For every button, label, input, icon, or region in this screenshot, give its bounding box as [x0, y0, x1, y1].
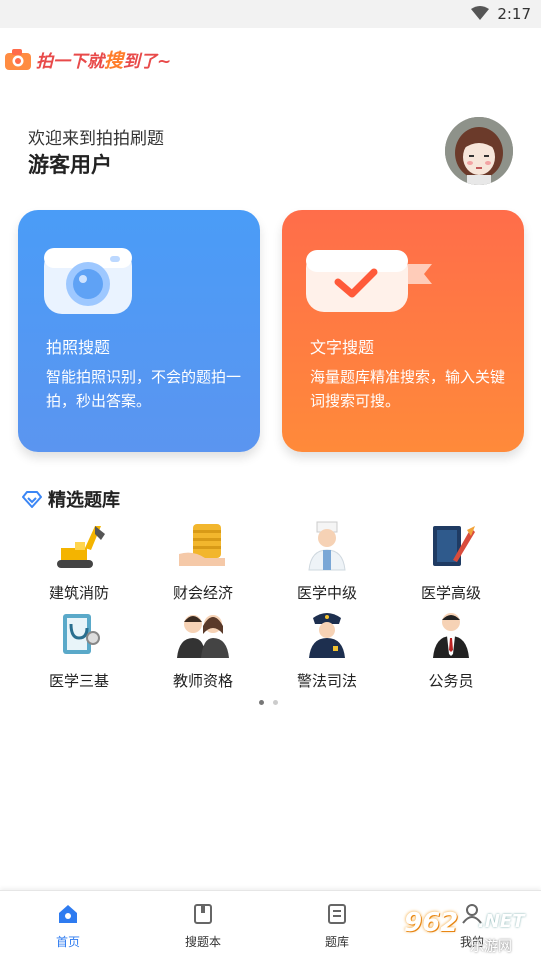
avatar[interactable] [445, 117, 513, 185]
diamond-icon [22, 491, 42, 508]
photo-search-title: 拍照搜题 [46, 338, 111, 357]
category-medical-senior[interactable]: 医学高级 [396, 520, 506, 603]
username: 游客用户 [28, 153, 112, 177]
category-label: 教师资格 [172, 672, 233, 690]
tab-question-bank[interactable]: 题库 [297, 903, 377, 950]
category-label: 医学中级 [296, 584, 357, 602]
category-civil-servant[interactable]: 公务员 [396, 608, 506, 691]
message-check-illustration-icon [306, 250, 432, 312]
notebook-icon [194, 904, 212, 924]
section-header: 精选题库 [22, 486, 120, 512]
category-label: 医学三基 [48, 672, 109, 690]
home-icon [59, 905, 77, 923]
slogan-highlight: 搜 [104, 49, 124, 72]
category-label: 医学高级 [420, 584, 481, 602]
watermark-sub: 乐游网 [470, 939, 512, 955]
status-time: 2:17 [497, 5, 531, 23]
text-search-desc: 海量题库精准搜索，输入关键词搜索可搜。 [310, 368, 506, 410]
wifi-icon [471, 6, 489, 20]
photo-search-desc: 智能拍照识别，不会的题拍一拍，秒出答案。 [46, 368, 242, 410]
section-title: 精选题库 [48, 490, 120, 511]
category-label: 警法司法 [296, 672, 357, 690]
tab-notebook-label: 搜题本 [184, 935, 221, 949]
coins-icon [179, 524, 225, 566]
category-accounting-economics[interactable]: 财会经济 [148, 520, 258, 603]
site-watermark: 962 .NET 乐游网 [400, 908, 536, 956]
brand-slogan: 拍一下就搜到了~ [36, 46, 171, 73]
text-search-card[interactable]: 文字搜题 海量题库精准搜索，输入关键词搜索可搜。 [282, 210, 524, 452]
category-label: 财会经济 [172, 584, 233, 602]
civil-servant-icon [433, 613, 469, 658]
brand-banner: 拍一下就搜到了~ [4, 42, 171, 76]
watermark-number: 962 [404, 908, 459, 938]
photo-search-card[interactable]: 拍照搜题 智能拍照识别，不会的题拍一拍，秒出答案。 [18, 210, 260, 452]
category-medical-basic[interactable]: 医学三基 [24, 608, 134, 691]
tab-question-notebook[interactable]: 搜题本 [163, 903, 243, 950]
pager-dots [259, 700, 287, 705]
category-label: 建筑消防 [48, 584, 109, 602]
welcome-text: 欢迎来到拍拍刷题 [28, 129, 164, 149]
police-icon [309, 613, 345, 658]
list-icon [328, 904, 346, 924]
tab-home[interactable]: 首页 [28, 903, 108, 950]
pager-dot[interactable] [273, 700, 278, 705]
camera-illustration-icon [44, 248, 132, 314]
watermark-suffix: .NET [478, 911, 525, 932]
status-bar: 2:17 [0, 0, 541, 28]
category-medical-intermediate[interactable]: 医学中级 [272, 520, 382, 603]
text-search-title: 文字搜题 [310, 338, 375, 357]
pager-dot-active[interactable] [259, 700, 264, 705]
camera-logo-icon [5, 49, 31, 70]
stethoscope-icon [63, 614, 100, 654]
category-police-justice[interactable]: 警法司法 [272, 608, 382, 691]
slogan-part2: 到了~ [123, 51, 172, 72]
tab-home-label: 首页 [55, 935, 80, 949]
tab-bank-label: 题库 [324, 935, 349, 949]
category-label: 公务员 [428, 672, 474, 690]
doctor-icon [308, 521, 346, 571]
slogan-part1: 拍一下就 [36, 51, 104, 72]
excavator-icon [57, 526, 105, 568]
category-teacher-qualification[interactable]: 教师资格 [148, 608, 258, 691]
teachers-icon [177, 615, 229, 658]
avatar-girl-icon [445, 117, 513, 185]
category-construction-fire[interactable]: 建筑消防 [24, 520, 134, 603]
book-quill-icon [433, 526, 475, 566]
